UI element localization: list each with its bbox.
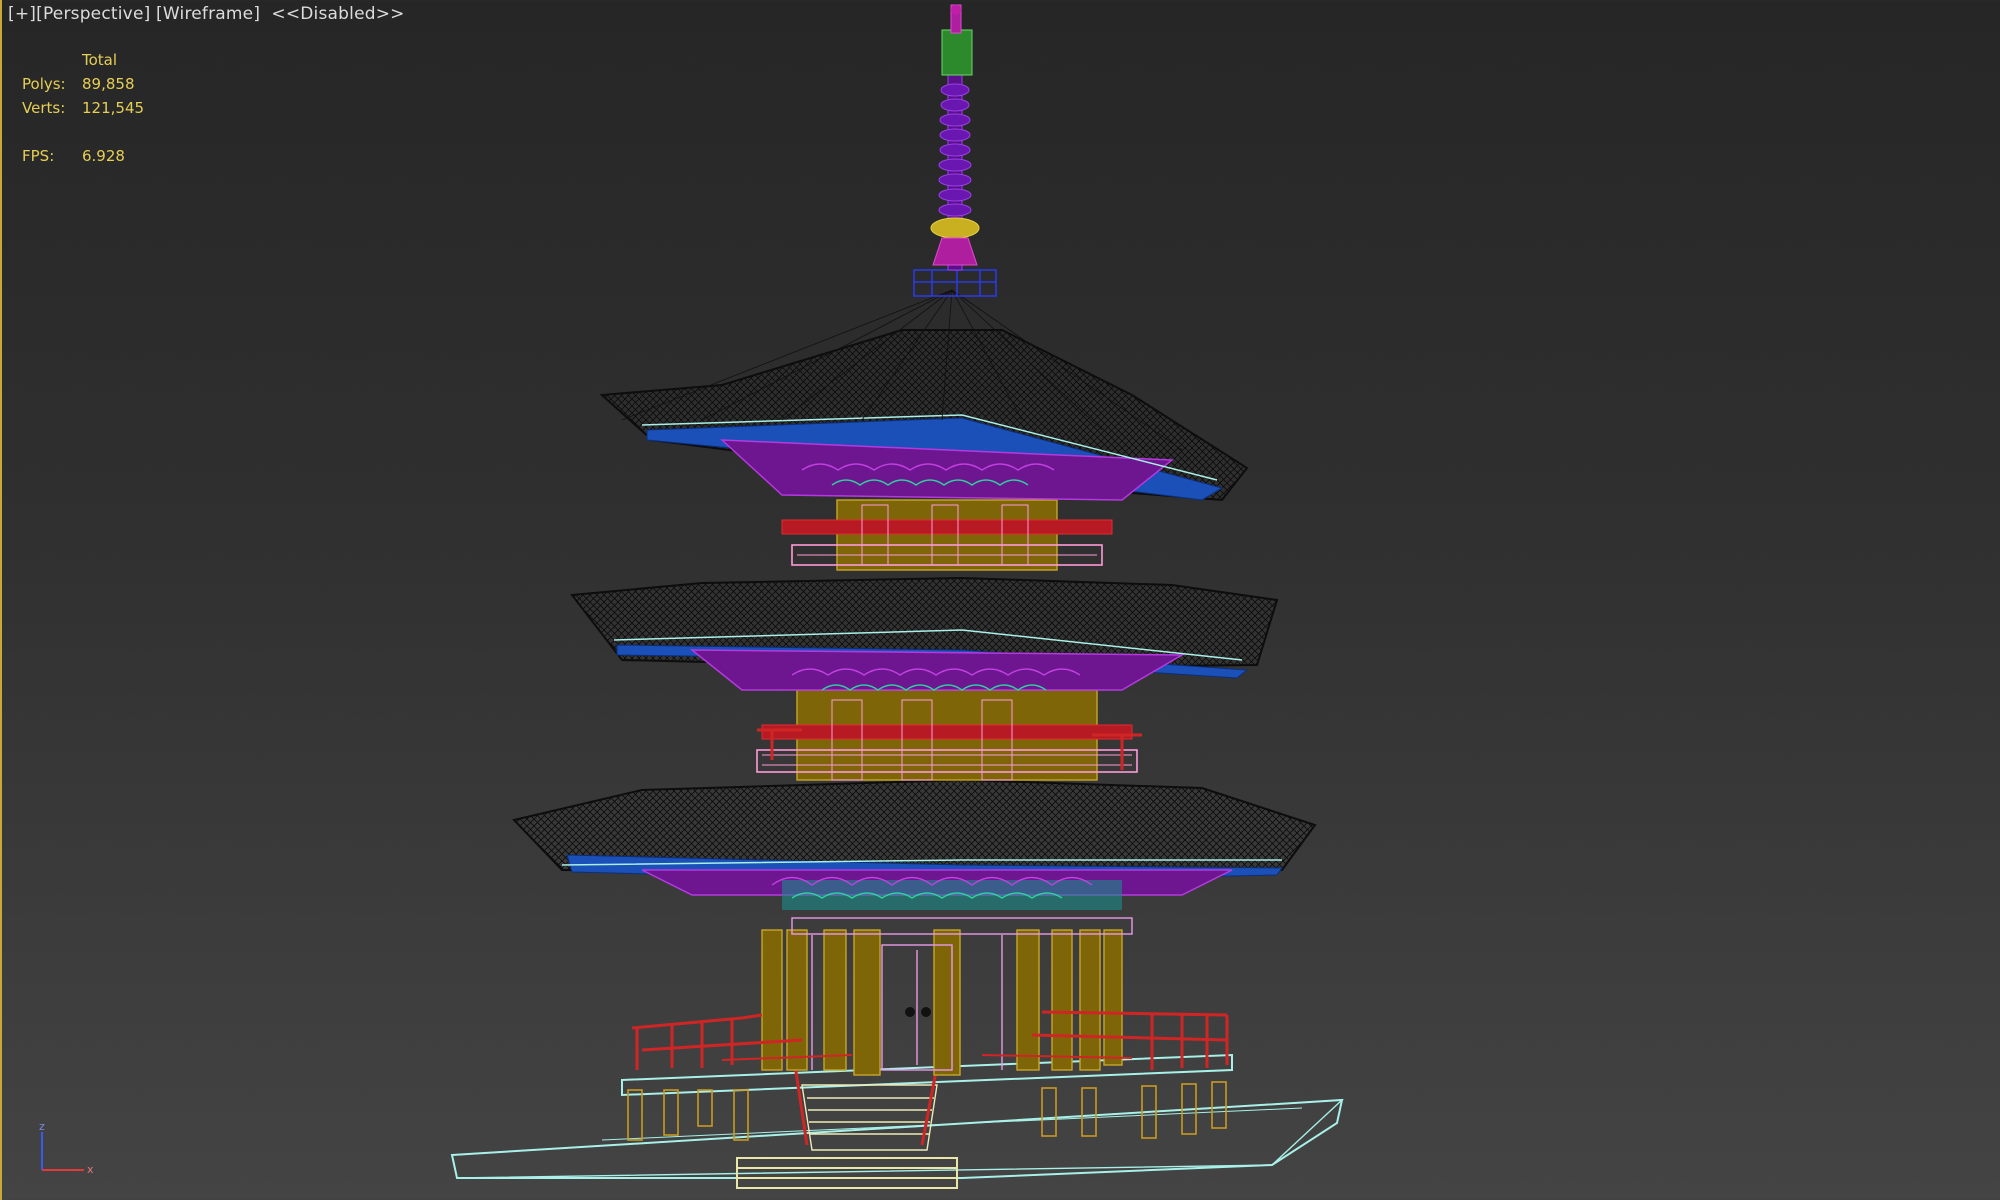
spire-lotus bbox=[930, 217, 980, 266]
ground-railing bbox=[631, 1010, 1229, 1070]
door-handles bbox=[905, 1007, 931, 1017]
pagoda-wireframe-model[interactable] bbox=[2, 0, 2000, 1200]
middle-story-2 bbox=[781, 499, 1113, 571]
viewport-menu-perspective[interactable]: [Perspective] bbox=[36, 4, 150, 24]
verts-label: Verts: bbox=[22, 99, 66, 117]
stats-header: Total bbox=[82, 51, 118, 69]
viewport-menu-plus[interactable]: [+] bbox=[8, 4, 36, 24]
viewport-disabled-status[interactable]: <<Disabled>> bbox=[271, 4, 404, 24]
polys-label: Polys: bbox=[22, 75, 66, 93]
perspective-viewport[interactable]: [+][Perspective] [Wireframe] <<Disabled>… bbox=[0, 0, 2000, 1200]
viewport-menu-shading[interactable]: [Wireframe] bbox=[156, 4, 260, 24]
axis-gizmo: z x bbox=[39, 1120, 94, 1176]
polys-value: 89,858 bbox=[82, 75, 135, 93]
z-axis-label: z bbox=[39, 1120, 45, 1133]
roof-tier-2 bbox=[570, 576, 1279, 691]
roof-tier-1 bbox=[512, 778, 1317, 910]
verts-value: 121,545 bbox=[82, 99, 145, 117]
middle-story-1 bbox=[756, 689, 1138, 781]
x-axis-label: x bbox=[87, 1163, 94, 1176]
spire-finial bbox=[941, 4, 973, 76]
fps-label: FPS: bbox=[22, 147, 55, 165]
fps-value: 6.928 bbox=[82, 147, 125, 165]
viewport-label: [+][Perspective] [Wireframe] <<Disabled>… bbox=[8, 4, 405, 24]
ground-floor-columns bbox=[761, 929, 1123, 1076]
roof-tier-3 bbox=[599, 289, 1249, 502]
